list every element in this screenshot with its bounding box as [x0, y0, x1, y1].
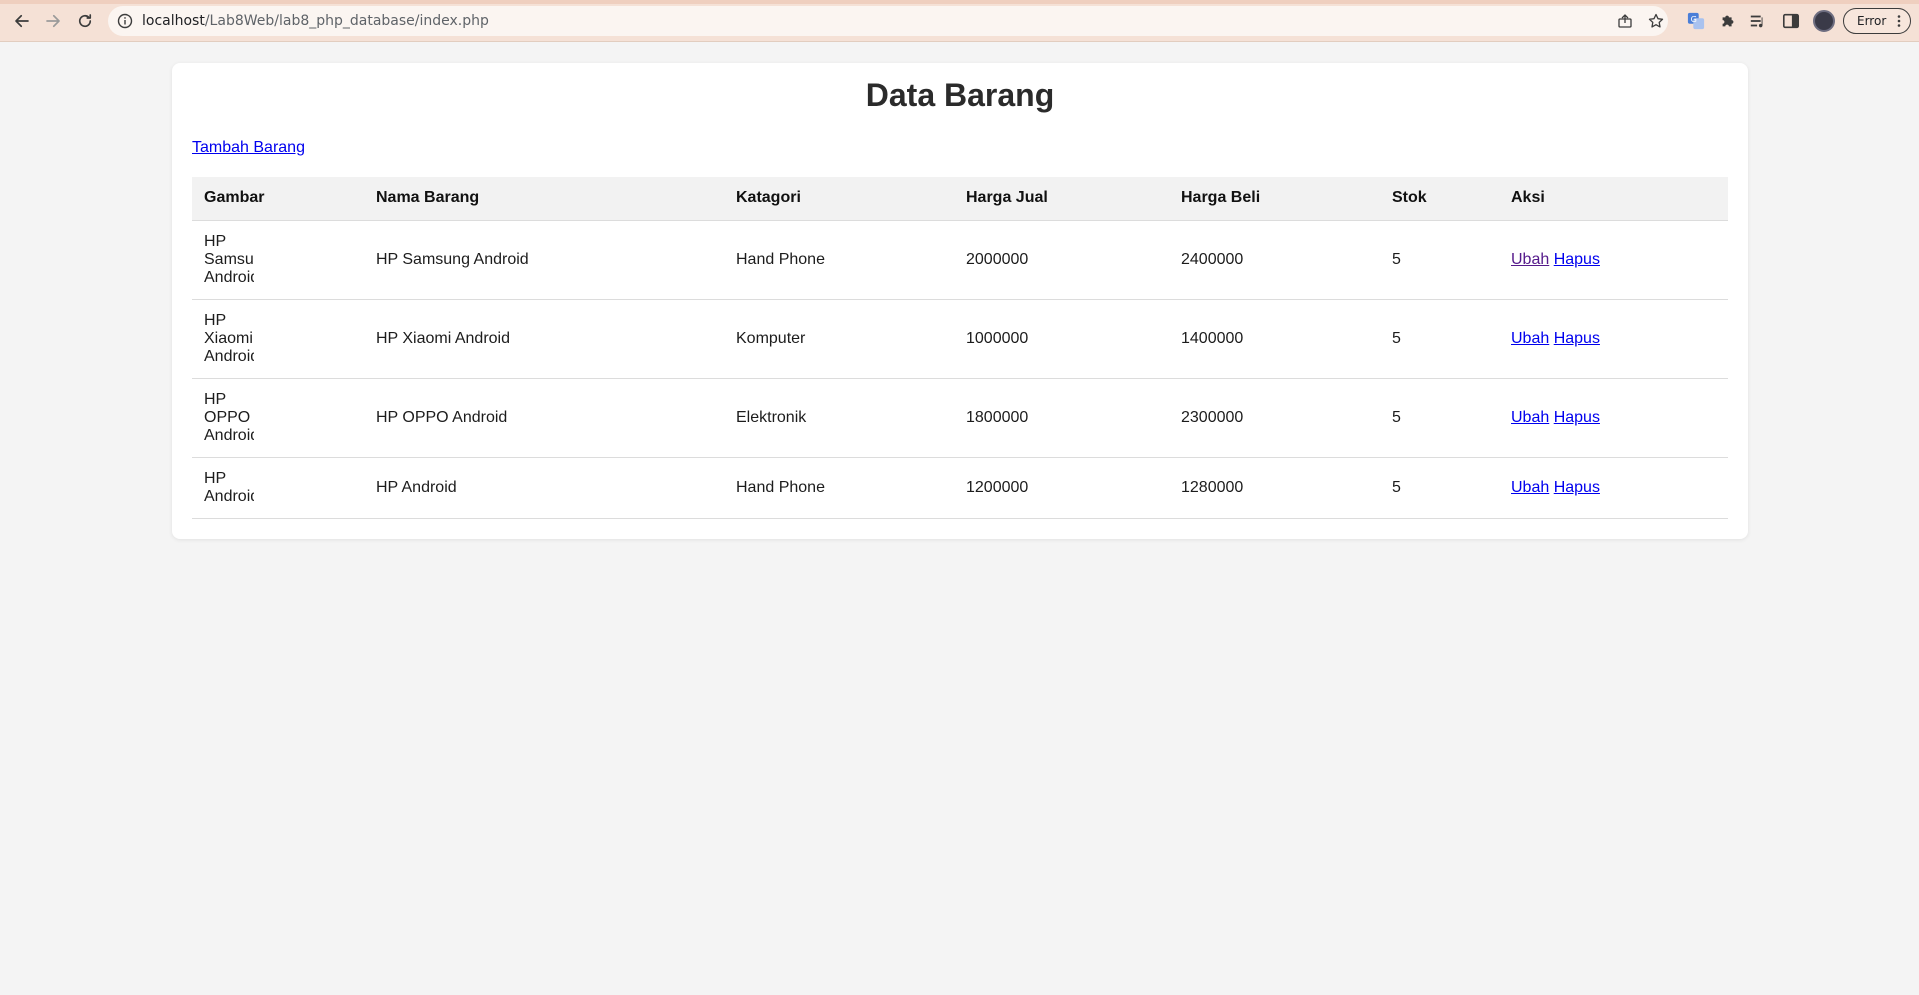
- item-stock: 5: [1380, 378, 1499, 458]
- item-stock: 5: [1380, 457, 1499, 519]
- puzzle-icon[interactable]: [1718, 11, 1738, 31]
- column-header-name: Nama Barang: [364, 177, 724, 221]
- table-row: HP Xiaomi Android HP Xiaomi Android Komp…: [192, 299, 1728, 379]
- table-row: HP Samsung Android HP Samsung Android Ha…: [192, 220, 1728, 300]
- item-sell-price: 2000000: [954, 220, 1169, 300]
- arrow-left-icon: [15, 14, 29, 28]
- back-button[interactable]: [10, 9, 34, 33]
- item-name: HP Android: [364, 457, 724, 519]
- translate-icon[interactable]: G: [1686, 11, 1706, 31]
- address-bar[interactable]: localhost/Lab8Web/lab8_php_database/inde…: [108, 6, 1668, 36]
- item-stock: 5: [1380, 220, 1499, 300]
- reload-icon: [78, 14, 92, 28]
- side-panel-icon[interactable]: [1781, 11, 1801, 31]
- column-header-actions: Aksi: [1499, 177, 1728, 221]
- item-sell-price: 1200000: [954, 457, 1169, 519]
- add-item-link[interactable]: Tambah Barang: [192, 139, 305, 157]
- item-buy-price: 1280000: [1169, 457, 1380, 519]
- content-card: Data Barang Tambah Barang Gambar Nama Ba…: [172, 63, 1748, 539]
- item-buy-price: 1400000: [1169, 299, 1380, 379]
- item-category: Elektronik: [724, 378, 954, 458]
- forward-button[interactable]: [41, 9, 65, 33]
- arrow-right-icon: [46, 14, 60, 28]
- column-header-stock: Stok: [1380, 177, 1499, 221]
- media-queue-icon[interactable]: [1748, 11, 1768, 31]
- svg-text:G: G: [1691, 14, 1697, 24]
- table-row: HP Android HP Android Hand Phone 1200000…: [192, 457, 1728, 519]
- reload-button[interactable]: [73, 9, 97, 33]
- edit-link[interactable]: Ubah: [1511, 330, 1549, 347]
- edit-link[interactable]: Ubah: [1511, 251, 1549, 268]
- broken-image: HP OPPO Android: [204, 390, 254, 444]
- image-cell: HP OPPO Android: [192, 378, 364, 458]
- kebab-menu-icon[interactable]: [1897, 15, 1901, 27]
- browser-toolbar: localhost/Lab8Web/lab8_php_database/inde…: [0, 0, 1919, 42]
- profile-error-label: Error: [1857, 14, 1887, 28]
- broken-image: HP Samsung Android: [204, 232, 254, 286]
- column-header-buy-price: Harga Beli: [1169, 177, 1380, 221]
- actions-cell: Ubah Hapus: [1499, 378, 1728, 458]
- item-sell-price: 1000000: [954, 299, 1169, 379]
- table-header-row: Gambar Nama Barang Katagori Harga Jual H…: [192, 177, 1728, 221]
- table-row: HP OPPO Android HP OPPO Android Elektron…: [192, 378, 1728, 458]
- actions-cell: Ubah Hapus: [1499, 457, 1728, 519]
- actions-cell: Ubah Hapus: [1499, 220, 1728, 300]
- item-category: Komputer: [724, 299, 954, 379]
- column-header-image: Gambar: [192, 177, 364, 221]
- item-category: Hand Phone: [724, 457, 954, 519]
- broken-image: HP Android: [204, 469, 254, 505]
- item-stock: 5: [1380, 299, 1499, 379]
- item-name: HP Samsung Android: [364, 220, 724, 300]
- item-name: HP Xiaomi Android: [364, 299, 724, 379]
- url-text[interactable]: localhost/Lab8Web/lab8_php_database/inde…: [142, 6, 489, 36]
- page-title: Data Barang: [865, 77, 1055, 113]
- tab-strip-edge: [0, 0, 1919, 4]
- column-header-category: Katagori: [724, 177, 954, 221]
- column-header-sell-price: Harga Jual: [954, 177, 1169, 221]
- item-name: HP OPPO Android: [364, 378, 724, 458]
- delete-link[interactable]: Hapus: [1554, 330, 1600, 347]
- share-icon[interactable]: [1617, 13, 1633, 29]
- broken-image: HP Xiaomi Android: [204, 311, 254, 365]
- url-path: /Lab8Web/lab8_php_database/index.php: [204, 13, 489, 29]
- item-buy-price: 2300000: [1169, 378, 1380, 458]
- delete-link[interactable]: Hapus: [1554, 479, 1600, 496]
- edit-link[interactable]: Ubah: [1511, 479, 1549, 496]
- item-category: Hand Phone: [724, 220, 954, 300]
- profile-error-button[interactable]: Error: [1843, 8, 1911, 34]
- info-icon[interactable]: [117, 13, 133, 29]
- image-cell: HP Xiaomi Android: [192, 299, 364, 379]
- image-cell: HP Samsung Android: [192, 220, 364, 300]
- delete-link[interactable]: Hapus: [1554, 251, 1600, 268]
- image-cell: HP Android: [192, 457, 364, 519]
- url-host: localhost: [142, 13, 205, 29]
- edit-link[interactable]: Ubah: [1511, 409, 1549, 426]
- item-buy-price: 2400000: [1169, 220, 1380, 300]
- star-icon[interactable]: [1648, 13, 1664, 29]
- item-sell-price: 1800000: [954, 378, 1169, 458]
- delete-link[interactable]: Hapus: [1554, 409, 1600, 426]
- profile-avatar[interactable]: [1813, 10, 1835, 32]
- actions-cell: Ubah Hapus: [1499, 299, 1728, 379]
- items-table: Gambar Nama Barang Katagori Harga Jual H…: [192, 177, 1728, 519]
